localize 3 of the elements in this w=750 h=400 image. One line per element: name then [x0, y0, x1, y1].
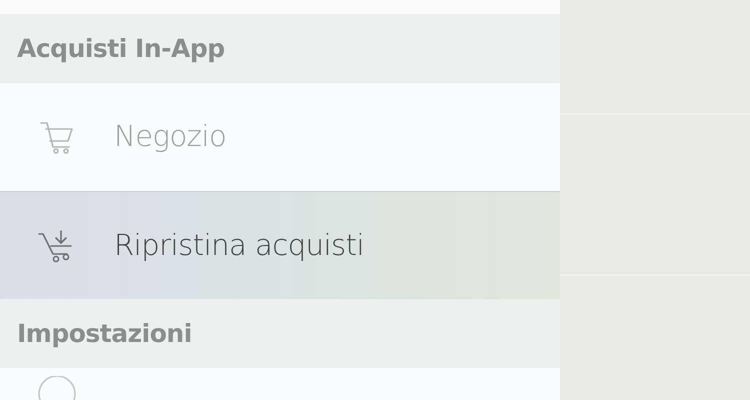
section-header: Impostazioni [17, 318, 192, 350]
section-header: Acquisti In-App [17, 32, 225, 65]
menu-item[interactable]: Ripristina acquisti [0, 191, 560, 299]
